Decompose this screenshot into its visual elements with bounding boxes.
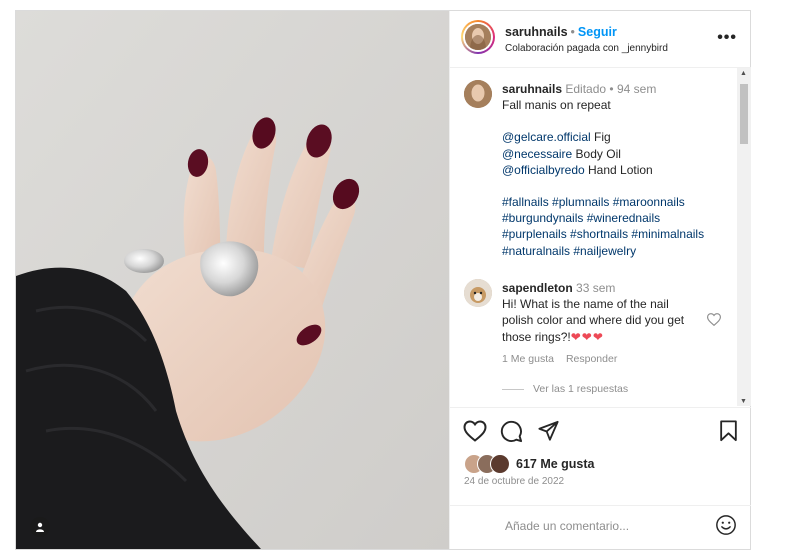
hearts-emoji: ❤❤❤ <box>570 329 604 344</box>
caption-author-photo <box>464 80 492 108</box>
product-line: @necessaire Body Oil <box>502 146 732 162</box>
post-caption: saruhnails Editado • 94 sem Fall manis o… <box>502 81 732 259</box>
likes-row[interactable]: 617 Me gusta <box>464 454 595 474</box>
product-handle-link[interactable]: @necessaire <box>502 147 572 161</box>
tag-user-button[interactable] <box>30 517 50 537</box>
product-line: @officialbyredo Hand Lotion <box>502 162 732 178</box>
product-handle-link[interactable]: @officialbyredo <box>502 163 585 177</box>
add-comment-bar: Añade un comentario... <box>450 505 751 550</box>
comment: sapendleton 33 sem Hi! What is the name … <box>502 280 702 345</box>
product-line: @gelcare.official Fig <box>502 129 732 145</box>
post-date[interactable]: 24 de octubre de 2022 <box>464 476 564 487</box>
commenter-dog-photo <box>464 279 492 307</box>
add-comment-input[interactable]: Añade un comentario... <box>505 519 629 533</box>
replies-divider <box>502 388 524 390</box>
commenter-avatar[interactable] <box>464 279 492 307</box>
comment-time[interactable]: 33 sem <box>576 281 615 295</box>
caption-username[interactable]: saruhnails <box>502 82 562 96</box>
emoji-icon[interactable] <box>715 514 737 541</box>
product-text: Fig <box>590 130 611 145</box>
hashtag-line[interactable]: #purplenails #shortnails #minimalnails <box>502 226 732 242</box>
author-username[interactable]: saruhnails <box>505 25 568 39</box>
view-replies-label[interactable]: Ver las 1 respuestas <box>533 383 628 395</box>
post-side-panel: saruhnails • Seguir Colaboración pagada co… <box>449 11 751 549</box>
author-avatar[interactable] <box>461 20 495 54</box>
like-heart-icon[interactable] <box>463 420 487 447</box>
comment-actions: 1 Me gusta Responder <box>502 353 629 365</box>
scroll-down-arrow-icon[interactable]: ▼ <box>740 398 747 405</box>
hashtag-line[interactable]: #burgundynails #winerednails <box>502 210 732 226</box>
scroll-up-arrow-icon[interactable]: ▲ <box>740 70 747 77</box>
hashtag-line[interactable]: #fallnails #plumnails #maroonnails <box>502 194 732 210</box>
comments-scrollbar[interactable]: ▲ ▼ <box>737 68 751 406</box>
product-handle-link[interactable]: @gelcare.official <box>502 130 591 144</box>
product-text: Body Oil <box>572 146 621 161</box>
person-icon <box>36 522 44 532</box>
nails-photo-illustration <box>16 11 449 549</box>
header-user-line: saruhnails • Seguir <box>505 25 617 39</box>
paid-partnership-label[interactable]: Colaboración pagada con _jennybird <box>505 43 668 54</box>
caption-time[interactable]: 94 sem <box>617 82 656 96</box>
caption-dot: • <box>609 82 614 96</box>
action-bar <box>450 407 751 458</box>
more-options-icon[interactable]: ••• <box>717 29 737 47</box>
save-bookmark-icon[interactable] <box>719 420 738 447</box>
post-header: saruhnails • Seguir Colaboración pagada co… <box>450 11 751 68</box>
comment-likes[interactable]: 1 Me gusta <box>502 353 554 365</box>
like-comment-heart-icon[interactable] <box>706 313 722 331</box>
caption-edited: Editado <box>565 82 607 96</box>
liker-avatar <box>490 454 510 474</box>
view-replies[interactable]: Ver las 1 respuestas <box>502 383 628 395</box>
comments-list[interactable]: saruhnails Editado • 94 sem Fall manis o… <box>450 68 737 406</box>
share-paper-plane-icon[interactable] <box>537 420 560 447</box>
scrollbar-thumb[interactable] <box>740 84 748 144</box>
commenter-username[interactable]: sapendleton <box>502 281 573 295</box>
likes-count[interactable]: 617 Me gusta <box>516 457 595 471</box>
reply-button[interactable]: Responder <box>566 353 617 365</box>
follow-button[interactable]: Seguir <box>578 25 617 39</box>
author-photo <box>465 24 491 50</box>
product-text: Hand Lotion <box>584 162 653 177</box>
instagram-post: saruhnails • Seguir Colaboración pagada co… <box>15 10 751 550</box>
hashtag-line[interactable]: #naturalnails #nailjewelry <box>502 243 732 259</box>
comment-bubble-icon[interactable] <box>500 420 523 448</box>
header-dot: • <box>570 25 575 39</box>
caption-avatar[interactable] <box>464 80 492 108</box>
post-photo[interactable] <box>16 11 449 549</box>
caption-title: Fall manis on repeat <box>502 98 611 113</box>
